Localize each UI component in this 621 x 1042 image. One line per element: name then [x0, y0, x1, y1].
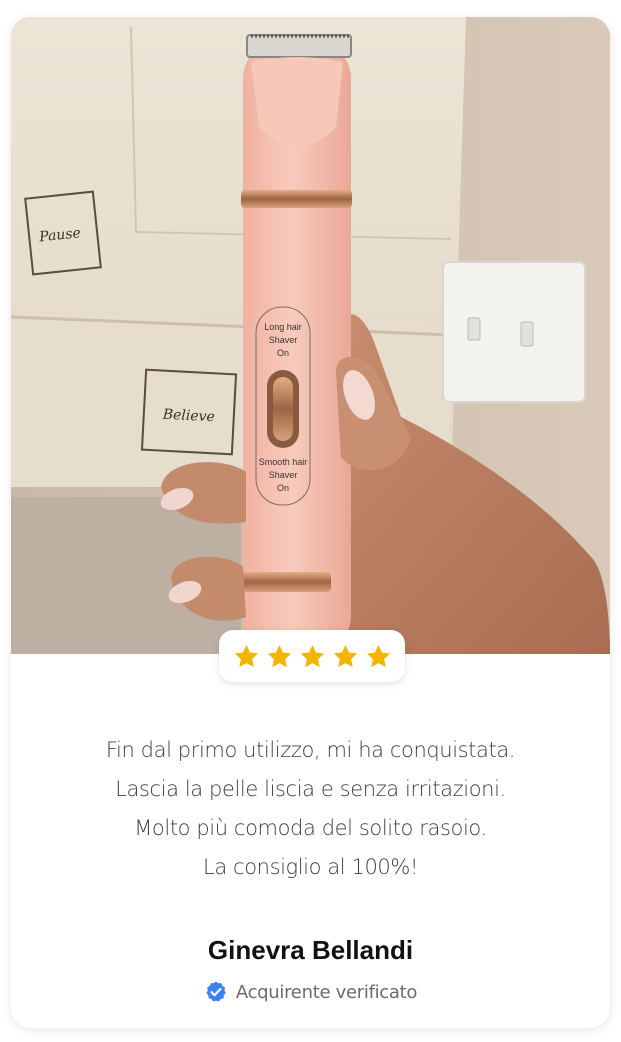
star-icon [300, 644, 324, 667]
review-text-line: La consiglio al 100%! [203, 855, 418, 879]
svg-text:Smooth hair: Smooth hair [259, 457, 308, 467]
rating-stars [219, 630, 405, 682]
review-card: Pause Believe Long hair Shaver On Smooth… [11, 17, 610, 1028]
verified-badge: Acquirente verificato [11, 980, 610, 1004]
svg-text:On: On [277, 348, 289, 358]
svg-text:Shaver: Shaver [269, 335, 298, 345]
svg-text:Believe: Believe [161, 407, 215, 426]
star-icon [333, 644, 357, 667]
star-icon [366, 644, 390, 667]
svg-text:On: On [277, 483, 289, 493]
product-photo: Pause Believe Long hair Shaver On Smooth… [11, 17, 610, 654]
svg-text:Long hair: Long hair [264, 322, 302, 332]
review-text: Fin dal primo utilizzo, mi ha conquistat… [11, 731, 610, 887]
star-icon [234, 644, 258, 667]
svg-text:Shaver: Shaver [269, 470, 298, 480]
star-icon [267, 644, 291, 667]
author-name: Ginevra Bellandi [207, 935, 414, 965]
verified-label: Acquirente verificato [235, 981, 418, 1003]
review-text-line: Lascia la pelle liscia e senza irritazio… [115, 777, 506, 801]
review-text-line: Molto più comoda del solito rasoio. [134, 816, 487, 840]
verified-check-icon [206, 981, 226, 1002]
review-text-line: Fin dal primo utilizzo, mi ha conquistat… [105, 738, 516, 762]
